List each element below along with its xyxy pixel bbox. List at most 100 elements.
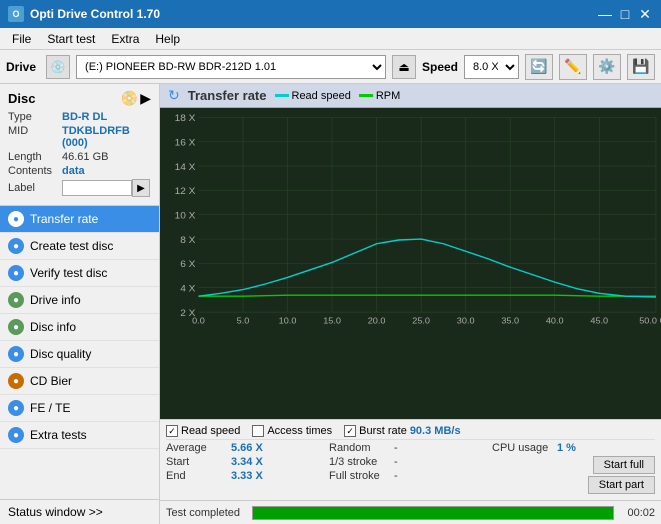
nav-item-disc-info[interactable]: ● Disc info	[0, 314, 159, 341]
svg-text:25.0: 25.0	[412, 316, 430, 326]
stats-bar: ✓ Read speed Access times ✓ Burst rate 9…	[160, 419, 661, 500]
minimize-button[interactable]: —	[597, 6, 613, 22]
read-speed-checkbox[interactable]: ✓	[166, 425, 178, 437]
write-button[interactable]: ✏️	[559, 54, 587, 80]
stats-rows: Average 5.66 X Start 3.34 X End 3.33 X R…	[166, 440, 655, 498]
disc-contents-value: data	[62, 165, 85, 177]
disc-contents-label: Contents	[8, 165, 62, 177]
burst-rate-legend-label: Burst rate	[359, 425, 407, 437]
burst-rate-checkbox[interactable]: ✓	[344, 425, 356, 437]
nav-item-cd-bier[interactable]: ● CD Bier	[0, 368, 159, 395]
nav-dot: ●	[8, 319, 24, 335]
legend-rpm-label: RPM	[376, 90, 400, 102]
refresh-button[interactable]: 🔄	[525, 54, 553, 80]
window-controls: — □ ✕	[597, 6, 653, 22]
nav-dot: ●	[8, 400, 24, 416]
nav-item-drive-info[interactable]: ● Drive info	[0, 287, 159, 314]
svg-text:20.0: 20.0	[368, 316, 386, 326]
nav-dot: ●	[8, 346, 24, 362]
svg-text:40.0: 40.0	[546, 316, 564, 326]
svg-text:30.0: 30.0	[457, 316, 475, 326]
svg-text:8 X: 8 X	[180, 235, 196, 246]
main-layout: Disc 📀 ▶ Type BD-R DL MID TDKBLDRFB (000…	[0, 84, 661, 524]
disc-mid-value: TDKBLDRFB (000)	[62, 125, 151, 149]
nav-label-cd-bier: CD Bier	[30, 374, 72, 388]
speed-select[interactable]: 8.0 X	[464, 55, 519, 79]
nav-item-verify-test-disc[interactable]: ● Verify test disc	[0, 260, 159, 287]
disc-icon-info[interactable]: ▶	[140, 90, 151, 107]
stat-val-full-stroke: -	[394, 470, 414, 482]
legend-read-speed: Read speed	[275, 90, 351, 102]
stat-val-random: -	[394, 442, 414, 454]
start-full-button[interactable]: Start full	[593, 456, 655, 474]
drive-select[interactable]: (E:) PIONEER BD-RW BDR-212D 1.01	[76, 55, 386, 79]
svg-text:18 X: 18 X	[175, 113, 196, 124]
nav-dot: ●	[8, 265, 24, 281]
legend-check-read: ✓ Read speed	[166, 425, 240, 437]
start-part-button[interactable]: Start part	[588, 476, 655, 494]
disc-type-label: Type	[8, 111, 62, 123]
menu-start-test[interactable]: Start test	[39, 30, 103, 48]
disc-icon-eject[interactable]: 📀	[121, 90, 138, 107]
disc-title: Disc	[8, 91, 35, 106]
status-window[interactable]: Status window >>	[0, 499, 159, 524]
eject-button[interactable]: ⏏	[392, 55, 416, 79]
nav-label-disc-quality: Disc quality	[30, 347, 91, 361]
app-icon: O	[8, 6, 24, 22]
stat-val-average: 5.66 X	[231, 442, 263, 454]
nav-label-fe-te: FE / TE	[30, 401, 70, 415]
svg-text:10.0: 10.0	[279, 316, 297, 326]
nav-label-extra-tests: Extra tests	[30, 428, 87, 442]
progress-fill	[253, 507, 613, 519]
stat-val-cpu: 1 %	[557, 442, 587, 454]
stats-col-left: Average 5.66 X Start 3.34 X End 3.33 X	[166, 442, 329, 496]
stat-label-end: End	[166, 470, 231, 482]
nav-item-create-test-disc[interactable]: ● Create test disc	[0, 233, 159, 260]
close-button[interactable]: ✕	[637, 6, 653, 22]
stat-row-start-full: Start full	[492, 456, 655, 474]
menu-extra[interactable]: Extra	[103, 30, 147, 48]
svg-text:14 X: 14 X	[175, 162, 196, 173]
svg-text:0.0: 0.0	[192, 316, 205, 326]
nav-item-fe-te[interactable]: ● FE / TE	[0, 395, 159, 422]
progress-label: Test completed	[166, 507, 246, 519]
svg-text:35.0: 35.0	[501, 316, 519, 326]
stat-row-start-part: Start part	[492, 476, 655, 494]
stat-val-1-3-stroke: -	[394, 456, 414, 468]
disc-label-go[interactable]: ▶	[132, 179, 150, 197]
legend-read-color	[275, 94, 289, 97]
title-bar: O Opti Drive Control 1.70 — □ ✕	[0, 0, 661, 28]
burst-rate-value: 90.3 MB/s	[410, 425, 461, 437]
nav-dot: ●	[8, 292, 24, 308]
menu-file[interactable]: File	[4, 30, 39, 48]
nav-item-disc-quality[interactable]: ● Disc quality	[0, 341, 159, 368]
drive-bar: Drive 💿 (E:) PIONEER BD-RW BDR-212D 1.01…	[0, 50, 661, 84]
stat-label-full-stroke: Full stroke	[329, 470, 394, 482]
nav-label-drive-info: Drive info	[30, 293, 81, 307]
stat-row-average: Average 5.66 X	[166, 442, 329, 454]
menu-bar: File Start test Extra Help	[0, 28, 661, 50]
stat-label-cpu: CPU usage	[492, 442, 557, 454]
legend-row: ✓ Read speed Access times ✓ Burst rate 9…	[166, 422, 655, 440]
chart-header: ↻ Transfer rate Read speed RPM	[160, 84, 661, 108]
svg-text:5.0: 5.0	[237, 316, 250, 326]
disc-label-label: Label	[8, 182, 62, 194]
nav-item-extra-tests[interactable]: ● Extra tests	[0, 422, 159, 449]
maximize-button[interactable]: □	[617, 6, 633, 22]
disc-label-input[interactable]	[62, 180, 132, 196]
svg-text:10 X: 10 X	[175, 211, 196, 222]
settings-button[interactable]: ⚙️	[593, 54, 621, 80]
access-times-checkbox[interactable]	[252, 425, 264, 437]
menu-help[interactable]: Help	[147, 30, 188, 48]
disc-mid-label: MID	[8, 125, 62, 137]
nav-dot: ●	[8, 238, 24, 254]
chart-spin-icon: ↻	[168, 87, 180, 104]
progress-bar-container: Test completed 00:02	[160, 500, 661, 524]
nav-item-transfer-rate[interactable]: ● Transfer rate	[0, 206, 159, 233]
save-button[interactable]: 💾	[627, 54, 655, 80]
chart-title: Transfer rate	[188, 88, 267, 103]
stat-label-average: Average	[166, 442, 231, 454]
nav-label-disc-info: Disc info	[30, 320, 76, 334]
nav-dot: ●	[8, 211, 24, 227]
access-times-legend-label: Access times	[267, 425, 332, 437]
